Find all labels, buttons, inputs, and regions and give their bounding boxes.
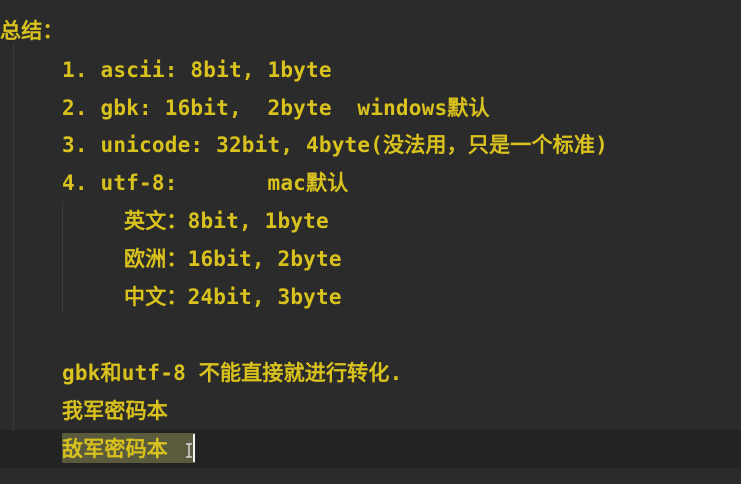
editor-line-conversion-note[interactable]: gbk和utf-8 不能直接就进行转化. <box>62 358 402 388</box>
indent-guide <box>13 44 14 430</box>
indent-guide <box>62 202 63 314</box>
editor-line-utf8[interactable]: 4. utf-8: mac默认 <box>62 168 348 198</box>
ibeam-cursor-icon <box>186 443 192 458</box>
editor-line-ascii[interactable]: 1. ascii: 8bit, 1byte <box>62 55 332 85</box>
editor-line-our-codebook[interactable]: 我军密码本 <box>62 396 168 426</box>
editor-line-enemy-codebook[interactable]: 敌军密码本 <box>62 434 168 464</box>
editor-line-europe[interactable]: 欧洲：16bit, 2byte <box>124 244 342 274</box>
text-cursor <box>193 434 195 462</box>
editor-line-english[interactable]: 英文：8bit, 1byte <box>124 206 329 236</box>
editor-line-chinese[interactable]: 中文：24bit, 3byte <box>124 282 342 312</box>
editor-line-gbk[interactable]: 2. gbk: 16bit, 2byte windows默认 <box>62 93 490 123</box>
editor-line-unicode[interactable]: 3. unicode: 32bit, 4byte(没法用，只是一个标准) <box>62 130 608 160</box>
editor-line-summary-title[interactable]: 总结： <box>0 16 64 46</box>
code-editor[interactable]: 总结： 1. ascii: 8bit, 1byte 2. gbk: 16bit,… <box>0 0 741 484</box>
